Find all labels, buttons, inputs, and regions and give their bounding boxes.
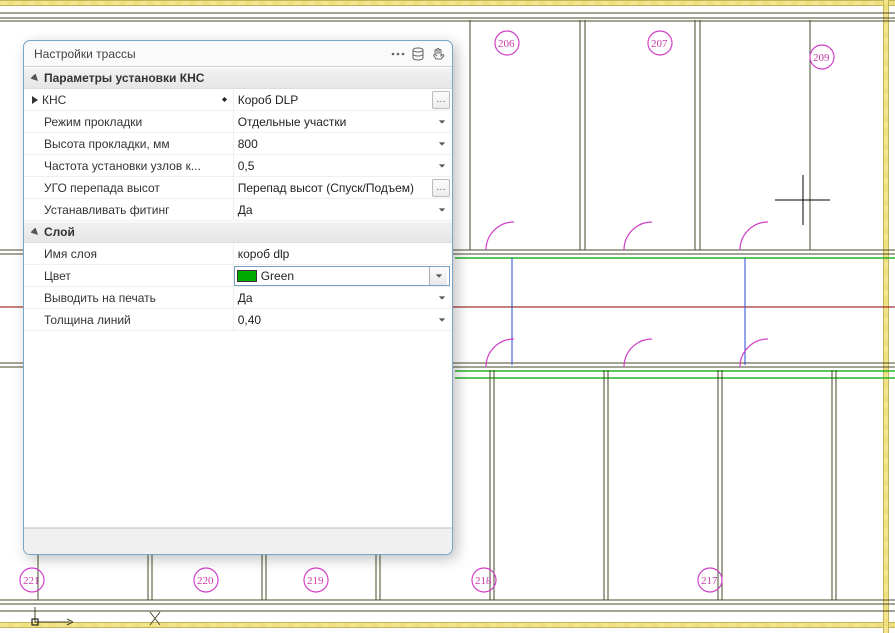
prop-line-width[interactable]: Толщина линий 0,40	[24, 309, 452, 331]
hand-icon[interactable]	[430, 46, 446, 62]
prop-layer-name[interactable]: Имя слоя короб dlp	[24, 243, 452, 265]
dropdown-icon[interactable]	[434, 135, 450, 153]
prop-value: Green	[261, 265, 294, 287]
prop-label: Режим прокладки	[44, 111, 142, 132]
category-label: Параметры установки КНС	[44, 71, 204, 85]
row-pointer-icon	[30, 95, 40, 105]
dropdown-icon[interactable]	[429, 267, 447, 285]
prop-value: 800	[238, 133, 258, 155]
prop-value: 0,40	[238, 309, 261, 331]
category-layer[interactable]: Слой	[24, 221, 452, 243]
prop-label: Имя слоя	[44, 243, 97, 264]
prop-label: Устанавливать фитинг	[44, 199, 169, 220]
room-label: 209	[813, 52, 830, 64]
prop-install-fitting[interactable]: Устанавливать фитинг Да	[24, 199, 452, 221]
room-label: 220	[197, 575, 214, 587]
room-label: 217	[701, 575, 718, 587]
panel-footer	[24, 528, 452, 554]
color-combobox[interactable]: Green	[234, 266, 450, 286]
category-label: Слой	[44, 225, 75, 239]
route-settings-panel: Настройки трассы Параметры установки КНС…	[23, 40, 453, 555]
room-label: 219	[307, 575, 324, 587]
prop-ugo-drop[interactable]: УГО перепада высот Перепад высот (Спуск/…	[24, 177, 452, 199]
panel-title: Настройки трассы	[34, 41, 136, 67]
prop-value: Отдельные участки	[238, 111, 347, 133]
prop-label: Частота установки узлов к...	[44, 155, 201, 176]
room-label: 206	[498, 38, 515, 50]
prop-lay-mode[interactable]: Режим прокладки Отдельные участки	[24, 111, 452, 133]
panel-title-bar[interactable]: Настройки трассы	[24, 41, 452, 67]
collapse-icon	[28, 71, 42, 85]
prop-color[interactable]: Цвет Green	[24, 265, 452, 287]
room-label: 207	[651, 38, 668, 50]
prop-value: короб dlp	[238, 243, 290, 265]
dropdown-icon[interactable]	[434, 157, 450, 175]
color-swatch	[237, 270, 257, 282]
property-grid: Параметры установки КНС КНС Короб DLP … …	[24, 67, 452, 528]
dropdown-icon[interactable]	[434, 201, 450, 219]
dropdown-icon[interactable]	[434, 311, 450, 329]
prop-print[interactable]: Выводить на печать Да	[24, 287, 452, 309]
prop-value: 0,5	[238, 155, 255, 177]
prop-label: УГО перепада высот	[44, 177, 160, 198]
prop-label: Высота прокладки, мм	[44, 133, 170, 154]
category-params-knc[interactable]: Параметры установки КНС	[24, 67, 452, 89]
prop-label: Цвет	[44, 265, 71, 286]
prop-label: Толщина линий	[44, 309, 131, 330]
prop-lay-height[interactable]: Высота прокладки, мм 800	[24, 133, 452, 155]
dropdown-icon[interactable]	[434, 289, 450, 307]
database-icon[interactable]	[410, 46, 426, 62]
prop-value: Короб DLP	[238, 89, 299, 111]
room-label: 218	[475, 575, 492, 587]
dropdown-icon[interactable]	[434, 113, 450, 131]
prop-value: Да	[238, 199, 253, 221]
browse-button[interactable]: …	[432, 179, 450, 197]
prop-label: КНС	[42, 89, 66, 110]
prop-node-freq[interactable]: Частота установки узлов к... 0,5	[24, 155, 452, 177]
prop-knc[interactable]: КНС Короб DLP …	[24, 89, 452, 111]
browse-button[interactable]: …	[432, 91, 450, 109]
collapse-icon	[28, 225, 42, 239]
prop-value: Перепад высот (Спуск/Подъем)	[238, 177, 414, 199]
prop-value: Да	[238, 287, 253, 309]
dots-icon[interactable]	[390, 46, 406, 62]
diamond-icon	[220, 95, 229, 104]
room-label: 221	[23, 575, 40, 587]
prop-label: Выводить на печать	[44, 287, 156, 308]
